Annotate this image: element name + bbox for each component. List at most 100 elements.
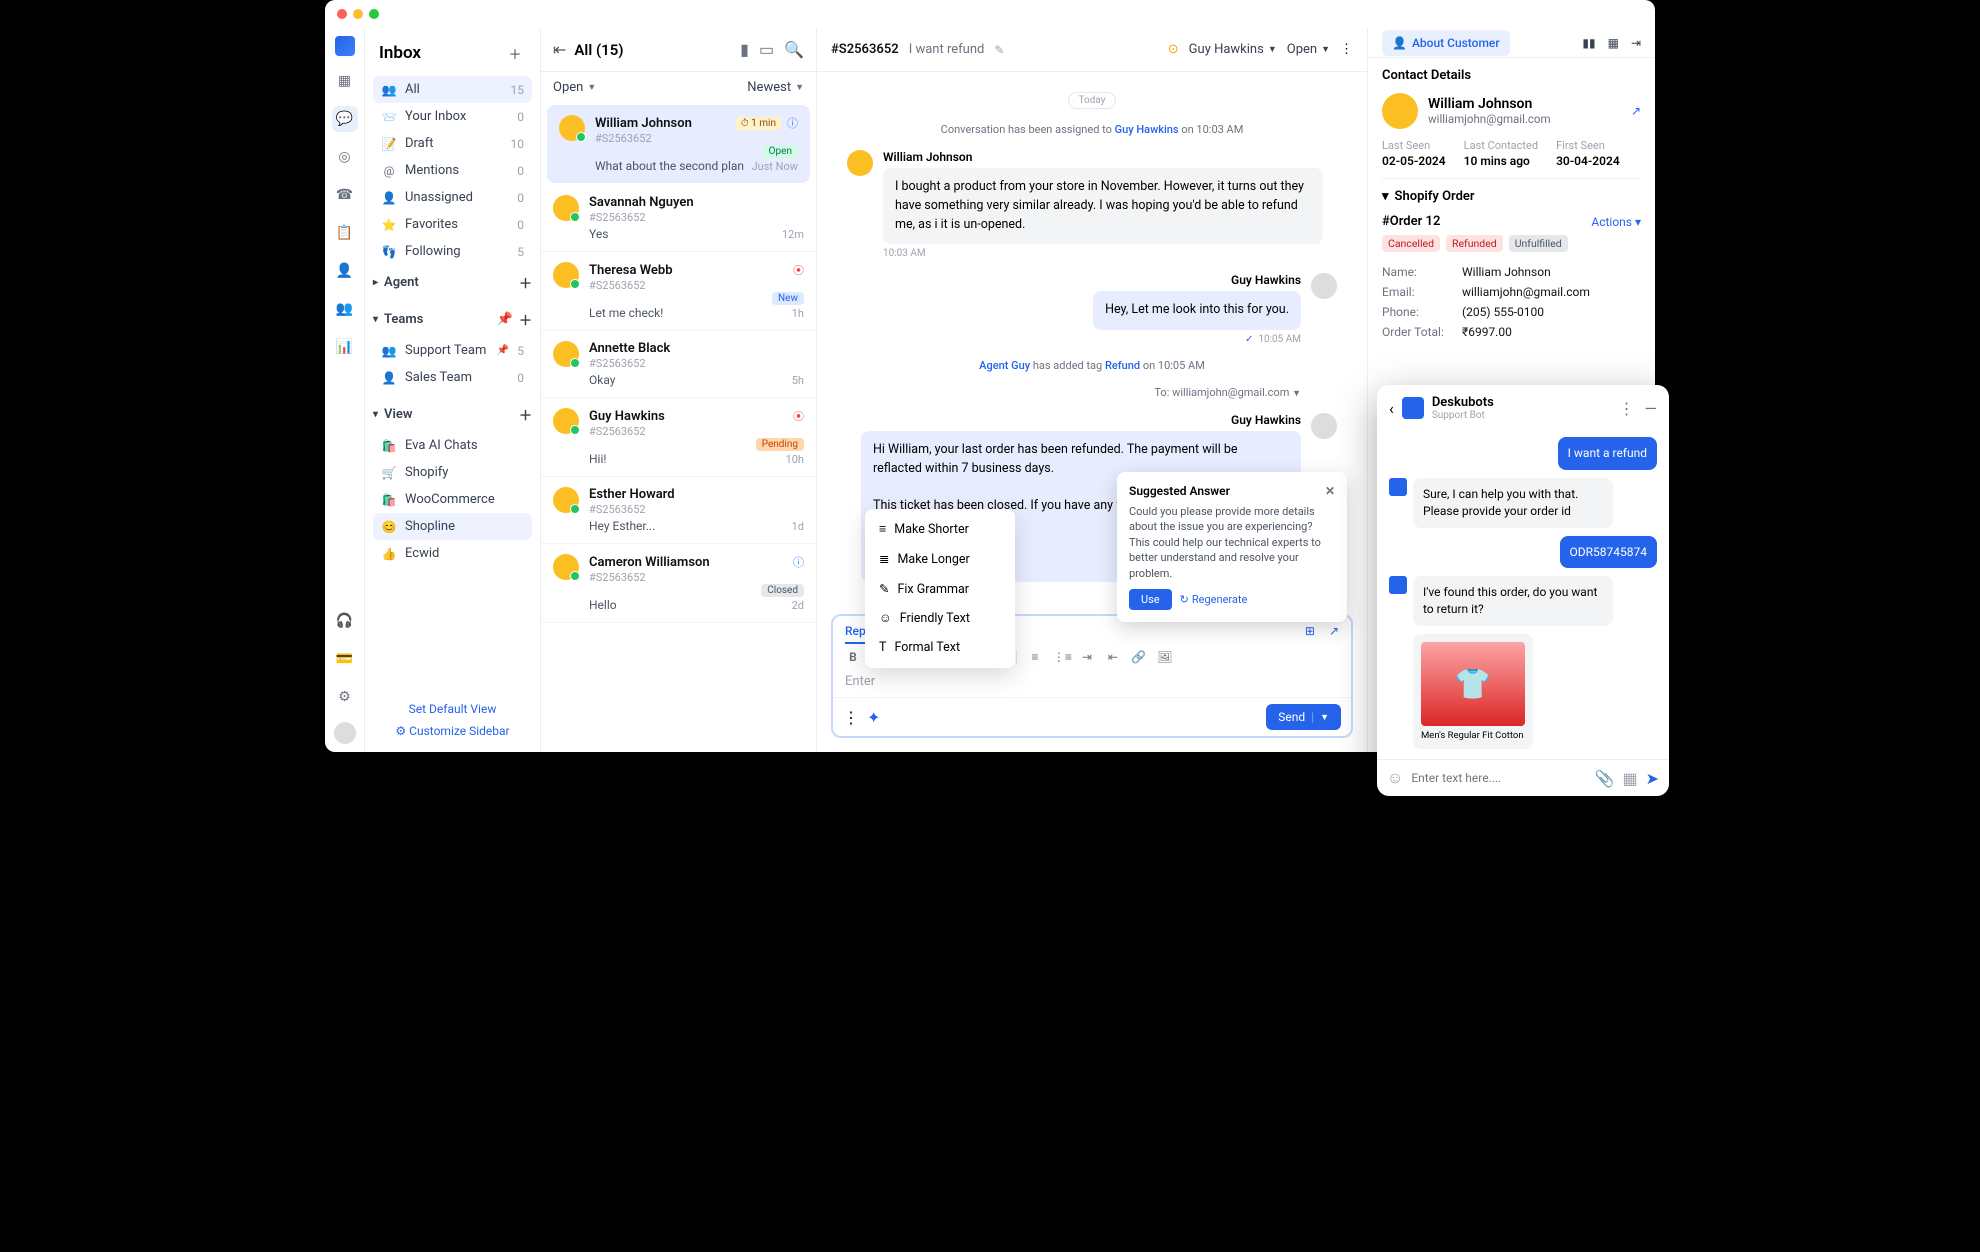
team-item[interactable]: 👤Sales Team0	[373, 364, 532, 391]
open-contact-icon[interactable]: ↗	[1631, 104, 1641, 118]
bot-more-icon[interactable]: ⋮	[1619, 399, 1635, 418]
view-item[interactable]: 😊Shopline	[373, 513, 532, 540]
sort-dropdown[interactable]: Newest▼	[747, 80, 804, 95]
shopify-order-toggle[interactable]: ▾Shopify Order	[1382, 189, 1641, 204]
ai-sparkle-icon[interactable]: ✦	[867, 708, 880, 727]
user-avatar[interactable]	[334, 722, 356, 744]
product-card[interactable]: 👕 Men's Regular Fit Cotton	[1413, 634, 1533, 749]
goals-icon[interactable]: ◎	[332, 144, 358, 170]
more-icon[interactable]: ⋮	[1340, 42, 1353, 57]
bot-back-icon[interactable]: ‹	[1389, 399, 1394, 418]
headset-icon[interactable]: 🎧	[332, 608, 358, 634]
inbox-item-unassigned[interactable]: 👤Unassigned0	[373, 184, 532, 211]
status-filter-dropdown[interactable]: Open▼	[553, 80, 596, 95]
emoji-icon[interactable]: ☺	[1387, 768, 1403, 788]
conversation-item[interactable]: William Johnson⏱ 1 minⓘ #S2563652 What a…	[547, 105, 810, 183]
billing-icon[interactable]: 💳	[332, 646, 358, 672]
conversation-item[interactable]: Esther Howard #S2563652 Hey Esther...1d	[541, 477, 816, 544]
send-button[interactable]: Send | ▼	[1266, 704, 1341, 730]
agent-section-toggle[interactable]: ▸Agent ＋	[365, 267, 540, 298]
conv-name: Theresa Webb	[589, 263, 673, 278]
image-icon[interactable]: 🖼	[1157, 650, 1173, 664]
view-item[interactable]: 🛒Shopify	[373, 459, 532, 486]
about-customer-button[interactable]: 👤 About Customer	[1382, 30, 1510, 56]
conversation-item[interactable]: Theresa Webb⦿ #S2563652 Let me check!New…	[541, 252, 816, 331]
settings-icon[interactable]: ⚙	[332, 684, 358, 710]
template-icon[interactable]: ⊞	[1305, 624, 1315, 644]
order-actions-dropdown[interactable]: Actions ▾	[1591, 215, 1641, 229]
assignee-dropdown[interactable]: Guy Hawkins▼	[1189, 42, 1277, 57]
whatsapp-icon[interactable]: ☎	[332, 182, 358, 208]
team-item[interactable]: 👥Support Team📌5	[373, 337, 532, 364]
conversation-item[interactable]: Annette Black #S2563652 Okay5h	[541, 331, 816, 398]
teams-section-toggle[interactable]: ▾Teams 📌＋	[365, 304, 540, 335]
search-icon[interactable]: 🔍	[784, 40, 804, 59]
add-agent-icon[interactable]: ＋	[519, 273, 532, 292]
back-icon[interactable]: ⇤	[553, 40, 566, 59]
bot-send-icon[interactable]: ➤	[1646, 769, 1659, 788]
inbox-icon[interactable]: 💬	[332, 106, 358, 132]
use-button[interactable]: Use	[1129, 589, 1172, 610]
contact-icon[interactable]: 👤	[332, 258, 358, 284]
dashboard-icon[interactable]: ▦	[332, 68, 358, 94]
attach-icon[interactable]: 📎	[1595, 769, 1615, 788]
view-item[interactable]: 🛍️Eva AI Chats	[373, 432, 532, 459]
view-item[interactable]: 👍Ecwid	[373, 540, 532, 567]
status-dropdown[interactable]: Open▼	[1287, 42, 1330, 57]
bot-minimize-icon[interactable]: —	[1645, 399, 1658, 418]
expand-icon[interactable]: ↗	[1329, 624, 1339, 644]
inbox-item-favorites[interactable]: ⭐Favorites0	[373, 211, 532, 238]
bold-icon[interactable]: B	[845, 650, 861, 664]
inbox-item-label: Unassigned	[405, 190, 509, 205]
ai-action-make-shorter[interactable]: ≡Make Shorter	[871, 515, 1009, 544]
ai-action-fix-grammar[interactable]: ✎Fix Grammar	[871, 574, 1009, 604]
inbox-item-your-inbox[interactable]: 📨Your Inbox0	[373, 103, 532, 130]
agent-avatar	[1311, 273, 1337, 299]
list-bullet-icon[interactable]: ⋮≡	[1053, 650, 1069, 664]
reply-input[interactable]: Enter	[833, 670, 1351, 697]
add-team-icon[interactable]: ＋	[519, 310, 532, 329]
reports-icon[interactable]: 📊	[332, 334, 358, 360]
video-icon[interactable]: ▮▮	[1582, 36, 1595, 50]
clipboard-icon[interactable]: 📋	[332, 220, 358, 246]
set-default-view-link[interactable]: Set Default View	[375, 698, 530, 720]
view-item[interactable]: 🛍️WooCommerce	[373, 486, 532, 513]
edit-subject-icon[interactable]: ✎	[994, 43, 1004, 57]
conversation-item[interactable]: Guy Hawkins⦿ #S2563652 Hii!Pending10h	[541, 398, 816, 477]
outdent-icon[interactable]: ⇤	[1105, 650, 1121, 664]
layout-wide-icon[interactable]: ▭	[759, 40, 774, 59]
ai-action-friendly-text[interactable]: ☺Friendly Text	[871, 604, 1009, 633]
link-icon[interactable]: 🔗	[1131, 650, 1147, 664]
conversation-item[interactable]: Cameron Williamsonⓘ #S2563652 HelloClose…	[541, 544, 816, 623]
stat-label: Last Seen	[1382, 139, 1446, 152]
indent-icon[interactable]: ⇥	[1079, 650, 1095, 664]
list-ordered-icon[interactable]: ≡	[1027, 650, 1043, 664]
conv-avatar	[559, 115, 585, 141]
priority-icon[interactable]: ⊙	[1168, 42, 1179, 57]
pin-icon[interactable]: 📌	[497, 312, 513, 327]
inbox-item-draft[interactable]: 📝Draft10	[373, 130, 532, 157]
layout-compact-icon[interactable]: ▮	[740, 40, 749, 59]
ai-action-make-longer[interactable]: ≣Make Longer	[871, 544, 1009, 574]
customize-sidebar-link[interactable]: ⚙ Customize Sidebar	[375, 720, 530, 742]
minimize-window-icon[interactable]	[353, 9, 363, 19]
inbox-item-following[interactable]: 👣Following5	[373, 238, 532, 265]
gif-icon[interactable]: ▦	[1622, 769, 1637, 788]
team-icon[interactable]: 👥	[332, 296, 358, 322]
more-options-icon[interactable]: ⋮	[843, 708, 859, 727]
regenerate-button[interactable]: ↻ Regenerate	[1180, 589, 1248, 610]
close-window-icon[interactable]	[337, 9, 347, 19]
view-section-toggle[interactable]: ▾View ＋	[365, 399, 540, 430]
maximize-window-icon[interactable]	[369, 9, 379, 19]
inbox-item-all[interactable]: 👥All15	[373, 76, 532, 103]
inbox-item-mentions[interactable]: @Mentions0	[373, 157, 532, 184]
apps-icon[interactable]: ▦	[1608, 36, 1619, 50]
close-icon[interactable]: ✕	[1325, 484, 1335, 498]
ai-action-label: Make Shorter	[894, 522, 969, 537]
ai-action-formal-text[interactable]: TFormal Text	[871, 633, 1009, 662]
add-view-icon[interactable]: ＋	[519, 405, 532, 424]
add-inbox-button[interactable]: ＋	[504, 42, 526, 64]
bot-input-field[interactable]	[1411, 771, 1586, 785]
conversation-item[interactable]: Savannah Nguyen #S2563652 Yes12m	[541, 185, 816, 252]
collapse-panel-icon[interactable]: ⇥	[1631, 36, 1641, 50]
